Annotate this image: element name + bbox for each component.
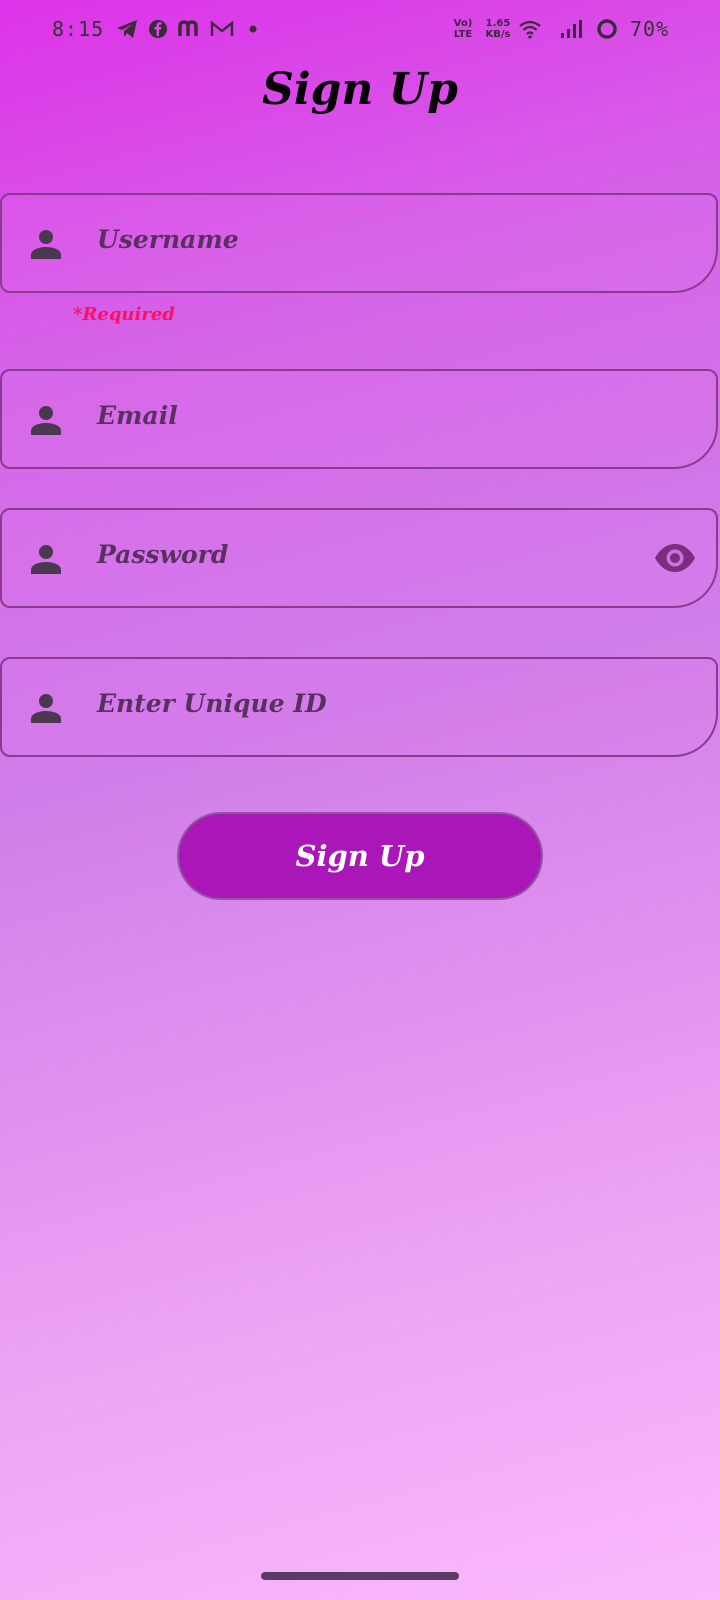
signal-icon — [560, 17, 582, 41]
network-speed-value: 1.65 — [485, 18, 511, 29]
sign-up-button[interactable]: Sign Up — [177, 812, 543, 900]
battery-ring-icon — [596, 17, 618, 41]
eye-icon[interactable] — [654, 542, 696, 574]
sign-up-button-label: Sign Up — [295, 839, 425, 873]
person-icon — [31, 230, 61, 259]
person-icon — [31, 545, 61, 574]
person-icon — [31, 694, 61, 723]
status-bar: 8:15 Vo) LTE 1.65 KB/s 70% — [0, 0, 720, 60]
password-field[interactable]: Password — [0, 508, 718, 608]
volte-bottom-text: LTE — [453, 29, 473, 40]
username-field[interactable]: Username — [0, 193, 718, 293]
username-error-text: *Required — [73, 304, 175, 325]
person-icon — [31, 406, 61, 435]
m-app-icon — [178, 17, 202, 41]
username-placeholder: Username — [97, 225, 239, 254]
network-speed-unit: KB/s — [485, 29, 511, 40]
gmail-icon — [210, 17, 234, 41]
facebook-icon — [148, 17, 168, 41]
status-time: 8:15 — [52, 17, 105, 41]
home-indicator[interactable] — [261, 1572, 459, 1580]
page-title: Sign Up — [262, 64, 458, 115]
dot-icon — [248, 17, 258, 41]
unique-id-placeholder: Enter Unique ID — [97, 689, 327, 718]
email-placeholder: Email — [97, 401, 178, 430]
email-field[interactable]: Email — [0, 369, 718, 469]
password-placeholder: Password — [97, 540, 229, 569]
telegram-icon — [116, 17, 138, 41]
wifi-icon — [518, 17, 542, 41]
unique-id-field[interactable]: Enter Unique ID — [0, 657, 718, 757]
volte-top-text: Vo) — [453, 18, 473, 29]
battery-percentage: 70% — [630, 17, 670, 41]
